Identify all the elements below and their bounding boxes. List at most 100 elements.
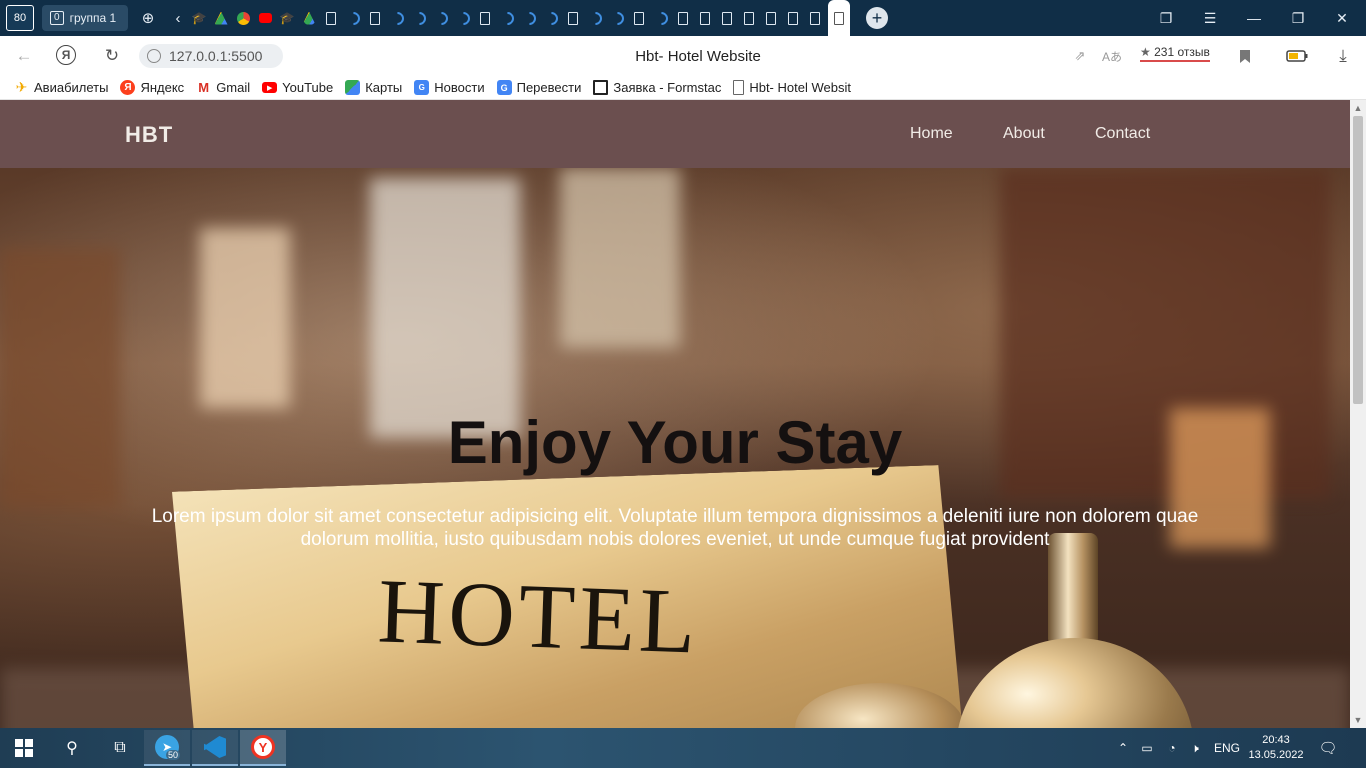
taskbar-telegram[interactable]: ➤ 50 [144,730,190,766]
bookmark-label: Перевести [516,80,582,95]
tab-favicon-chrome[interactable] [232,7,254,29]
bookmark-maps[interactable]: Карты [345,80,402,95]
formstack-icon [593,80,609,95]
bookmark-hbt[interactable]: Hbt- Hotel Websit [733,80,851,95]
share-icon[interactable]: ⇗ [1069,45,1091,67]
tab-wave-icon[interactable] [452,7,474,29]
tab-page-icon[interactable] [562,7,584,29]
tab-page-icon[interactable] [474,7,496,29]
yandex-browser-icon: Y [251,735,275,759]
power-icon[interactable]: ▭ [1134,741,1160,755]
tab-counter-button[interactable]: 80 [6,5,34,31]
page-scrollbar[interactable]: ▲ ▼ [1350,100,1366,728]
reload-icon[interactable]: ↻ [101,45,123,67]
search-icon[interactable]: ⚲ [48,728,96,768]
tab-page-icon[interactable] [738,7,760,29]
task-view-icon[interactable]: ⧉ [96,728,144,768]
tab-page-icon[interactable] [782,7,804,29]
translate-icon: G [496,80,512,95]
tab-page-icon[interactable] [672,7,694,29]
close-button[interactable]: ✕ [1320,0,1364,36]
bookmark-label: Новости [434,80,485,95]
tab-wave-icon[interactable] [430,7,452,29]
chevron-left-icon[interactable]: ‹ [168,10,188,27]
tab-wave-icon[interactable] [496,7,518,29]
battery-icon[interactable] [1286,45,1308,67]
reviews-badge[interactable]: ★ 231 отзыв [1140,45,1210,62]
tab-page-icon[interactable] [694,7,716,29]
tab-manager-icon[interactable]: ❐ [1144,0,1188,36]
active-tab[interactable] [828,0,850,36]
menu-icon[interactable]: ☰ [1188,0,1232,36]
tab-page-icon[interactable] [628,7,650,29]
yandex-logo-icon[interactable]: Я [56,45,76,65]
url-field[interactable]: 127.0.0.1:5500 [139,44,283,68]
new-tab-button[interactable]: + [866,7,888,29]
tab-page-icon[interactable] [716,7,738,29]
tab-group-count: 0 [50,11,64,25]
bookmark-gmail[interactable]: M Gmail [196,80,250,95]
scroll-down-icon[interactable]: ▼ [1350,712,1366,728]
bookmark-yandex[interactable]: Я Яндекс [120,80,184,95]
tab-favicon-youtube[interactable] [254,7,276,29]
tab-wave-icon[interactable] [584,7,606,29]
page-icon [733,80,745,95]
tab-wave-icon[interactable] [606,7,628,29]
tab-favicon-cap[interactable]: 🎓 [188,7,210,29]
tab-wave-icon[interactable] [650,7,672,29]
chevron-up-icon[interactable]: ⌃ [1112,741,1134,755]
tab-group-button[interactable]: 0 группа 1 [42,5,128,31]
wifi-icon[interactable]: ◔ [1160,741,1184,755]
tab-wave-icon[interactable] [408,7,430,29]
bookmark-news[interactable]: G Новости [414,80,485,95]
nav-link-about[interactable]: About [1003,125,1045,143]
tab-favicon-drive-2[interactable] [298,7,320,29]
tab-page-icon[interactable] [804,7,826,29]
site-logo[interactable]: HBT [125,122,173,148]
scroll-up-icon[interactable]: ▲ [1350,100,1366,116]
download-icon[interactable]: ⤓ [1332,45,1354,67]
minimize-button[interactable]: — [1232,0,1276,36]
page-viewport: HOTEL Enjoy Your Stay Lorem ipsum dolor … [0,100,1350,728]
bookmark-youtube[interactable]: ▶ YouTube [262,80,333,95]
bookmark-icon[interactable] [1234,45,1256,67]
bookmark-label: Авиабилеты [34,80,109,95]
tab-page-icon[interactable] [760,7,782,29]
bookmark-translate[interactable]: G Перевести [496,80,582,95]
tab-wave-icon[interactable] [540,7,562,29]
restore-button[interactable]: ❐ [1276,0,1320,36]
tab-page-icon[interactable] [364,7,386,29]
taskbar-vscode[interactable] [192,730,238,766]
scrollbar-thumb[interactable] [1353,116,1363,404]
taskbar-yandex-browser[interactable]: Y [240,730,286,766]
maps-icon [345,80,361,95]
background-light [200,228,290,408]
tab-wave-icon[interactable] [386,7,408,29]
tab-counter: 80 [13,12,27,24]
nav-link-contact[interactable]: Contact [1095,125,1150,143]
hotel-sign-text: HOTEL [376,559,702,673]
tab-wave-icon[interactable] [518,7,540,29]
clock-date: 13.05.2022 [1248,749,1304,761]
notifications-icon[interactable]: 🗨 [1316,728,1340,768]
language-indicator[interactable]: ENG [1214,741,1240,755]
start-button[interactable] [0,728,48,768]
speaker-muted-icon[interactable]: 🕨 [1184,741,1206,756]
tab-page-icon[interactable] [320,7,342,29]
tab-favicon-cap-2[interactable]: 🎓 [276,7,298,29]
translate-icon[interactable]: Aあ [1101,45,1123,67]
browser-tab-strip: 80 0 группа 1 ⊕ ‹ 🎓 🎓 + ❐ ☰ — ❐ ✕ [0,0,1366,36]
hero-title: Enjoy Your Stay [447,409,903,476]
tab-favicon-drive[interactable] [210,7,232,29]
back-arrow-icon[interactable]: ← [13,45,35,67]
site-info-icon[interactable] [147,49,161,63]
tab-wave-icon[interactable] [342,7,364,29]
hero-section: HOTEL Enjoy Your Stay Lorem ipsum dolor … [0,168,1350,728]
windows-logo-icon [15,739,33,757]
new-group-icon[interactable]: ⊕ [138,9,158,27]
bookmark-formstack[interactable]: Заявка - Formstac [593,80,721,95]
address-bar: ← Я ↻ 127.0.0.1:5500 Hbt- Hotel Website … [0,36,1366,76]
nav-link-home[interactable]: Home [910,125,953,143]
bookmark-aviabilety[interactable]: ✈ Авиабилеты [14,79,109,95]
clock[interactable]: 20:43 13.05.2022 [1248,728,1304,768]
